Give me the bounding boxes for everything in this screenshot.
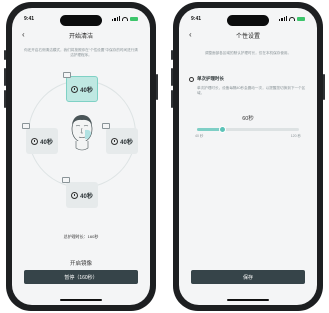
zone-tile-right[interactable]: 40秒: [102, 123, 138, 154]
zone-time: 40秒: [80, 87, 93, 94]
page-title: 个性设置: [235, 34, 260, 40]
power-button: [156, 74, 158, 100]
slider-max-label: 120 秒: [290, 134, 301, 138]
zone-time: 40秒: [40, 139, 53, 146]
volume-down-button: [171, 90, 173, 108]
battery-icon: [297, 16, 305, 21]
clock-icon: [31, 137, 39, 145]
dynamic-island: [227, 15, 269, 26]
zone-marker-icon: [22, 123, 30, 129]
signal-icon: [112, 16, 120, 21]
status-icons: [112, 16, 138, 21]
settings-screen: 9:41 ‹ 个性设置 调整面部各区域的默认护理时长，仅在本机保存使用。 单次护…: [179, 8, 317, 305]
volume-up-button: [4, 68, 6, 86]
volume-down-button: [4, 90, 6, 108]
clock-icon: [71, 191, 79, 199]
page-title: 开始清洁: [68, 34, 93, 40]
settings-description: 调整面部各区域的默认护理时长，仅在本机保存使用。: [204, 51, 292, 55]
dynamic-island: [60, 15, 102, 26]
home-indicator: [60, 299, 102, 301]
zone-marker-icon: [62, 177, 70, 183]
cleaning-description: 你还开启右侧清洁模式，我们将按照你在“个性设置”中保存的时间进行清洁护理程序。: [24, 48, 138, 57]
section-description: 单次护理时长，设备每隔40秒会震动一次，以提醒您切换到下一个区域。: [197, 86, 306, 95]
section-header: 单次护理时长: [189, 76, 224, 82]
zone-tile-bottom[interactable]: 40秒: [62, 177, 98, 208]
wifi-icon: [289, 16, 295, 21]
mute-switch: [171, 50, 173, 60]
pause-button[interactable]: 暂停（160秒）: [24, 270, 138, 284]
cleaning-screen: 9:41 ‹ 开始清洁 你还开启右侧清洁模式，我们将按照你在“个性设置”中保存的…: [12, 8, 150, 305]
face-illustration: [68, 112, 96, 152]
zone-tile-top[interactable]: 40秒: [63, 72, 98, 102]
phone-frame-settings: 9:41 ‹ 个性设置 调整面部各区域的默认护理时长，仅在本机保存使用。 单次护…: [171, 2, 325, 311]
clock-icon: [71, 85, 79, 93]
power-button: [323, 74, 325, 100]
start-mirror-label[interactable]: 开启镜像: [12, 259, 150, 267]
zone-marker-icon: [63, 72, 71, 78]
phone-frame-cleaning: 9:41 ‹ 开始清洁 你还开启右侧清洁模式，我们将按照你在“个性设置”中保存的…: [4, 2, 158, 311]
mute-switch: [4, 50, 6, 60]
section-title: 单次护理时长: [197, 76, 224, 81]
nav-bar: ‹ 个性设置: [179, 30, 317, 42]
slider-value: 60秒: [242, 116, 254, 122]
status-time: 9:41: [191, 16, 202, 22]
total-time-label: 总护理时长：160秒: [63, 234, 99, 239]
wifi-icon: [122, 16, 128, 21]
slider-min-label: 40 秒: [195, 134, 204, 138]
zone-tile-left[interactable]: 40秒: [22, 123, 58, 154]
duration-slider[interactable]: [197, 126, 299, 133]
zone-time: 40秒: [120, 139, 133, 146]
nav-bar: ‹ 开始清洁: [12, 30, 150, 42]
slider-thumb[interactable]: [219, 126, 226, 133]
clock-icon: [111, 137, 119, 145]
status-icons: [279, 16, 305, 21]
zone-marker-icon: [102, 123, 110, 129]
battery-icon: [130, 16, 138, 21]
home-indicator: [227, 299, 269, 301]
status-time: 9:41: [24, 16, 35, 22]
volume-up-button: [171, 68, 173, 86]
clock-icon: [189, 76, 194, 82]
save-button[interactable]: 保存: [191, 270, 305, 284]
zone-time: 40秒: [80, 193, 93, 200]
signal-icon: [279, 16, 287, 21]
